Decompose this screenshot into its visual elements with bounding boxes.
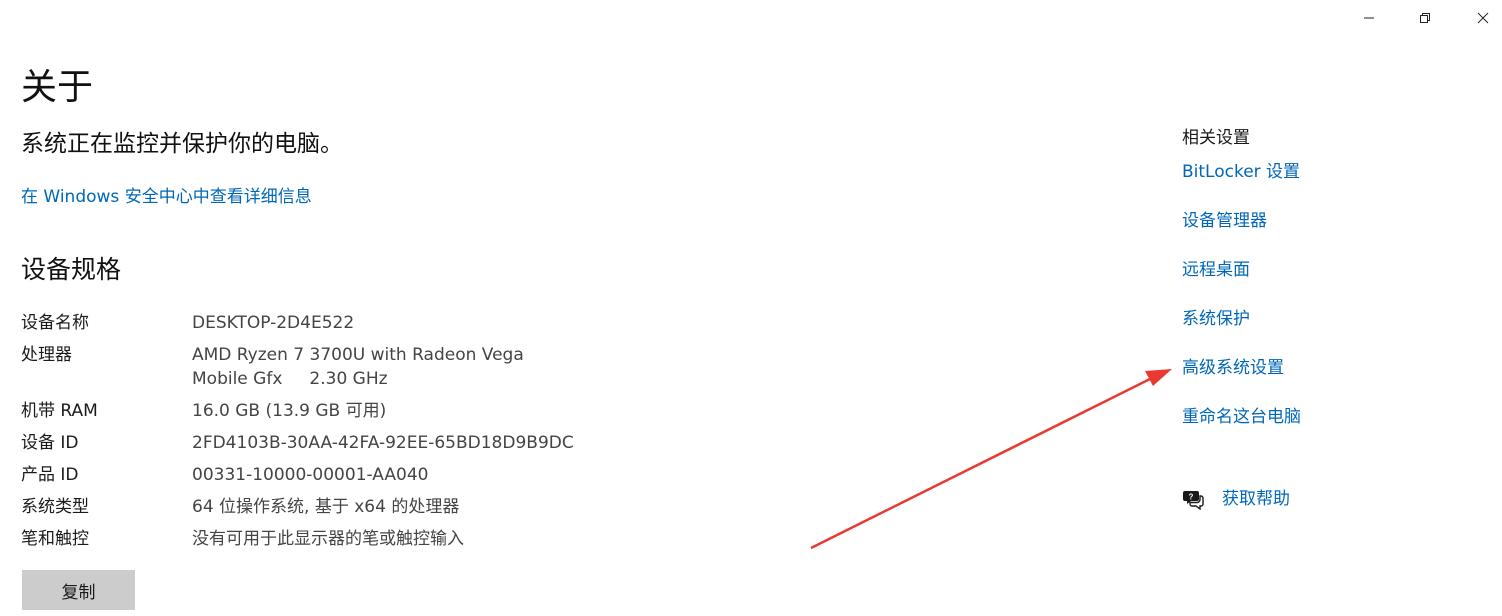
system-protection-link[interactable]: 系统保护: [1182, 306, 1250, 332]
spec-value: 64 位操作系统, 基于 x64 的处理器: [192, 497, 460, 517]
protection-status: 系统正在监控并保护你的电脑。: [21, 131, 343, 157]
rename-pc-link[interactable]: 重命名这台电脑: [1182, 404, 1301, 430]
spec-label: 处理器: [21, 345, 72, 365]
minimize-button[interactable]: [1346, 0, 1392, 36]
close-icon: [1477, 12, 1489, 24]
related-settings-title: 相关设置: [1182, 128, 1250, 148]
chat-help-icon: ?: [1183, 491, 1204, 510]
spec-label: 产品 ID: [21, 465, 79, 485]
annotation-arrow: [810, 369, 1172, 550]
spec-value: AMD Ryzen 7 3700U with Radeon Vega Mobil…: [192, 345, 530, 389]
spec-value: DESKTOP-2D4E522: [192, 313, 355, 333]
spec-value: 没有可用于此显示器的笔或触控输入: [192, 529, 464, 549]
restore-icon: [1420, 13, 1430, 23]
svg-text:?: ?: [1189, 493, 1194, 502]
restore-button[interactable]: [1402, 0, 1448, 36]
advanced-system-settings-link[interactable]: 高级系统设置: [1182, 355, 1284, 381]
spec-label: 笔和触控: [21, 529, 89, 549]
copy-button[interactable]: 复制: [22, 570, 135, 610]
bitlocker-settings-link[interactable]: BitLocker 设置: [1182, 159, 1300, 185]
spec-label: 设备 ID: [21, 433, 79, 453]
page-title: 关于: [21, 67, 94, 108]
spec-label: 机带 RAM: [21, 401, 98, 421]
security-center-link[interactable]: 在 Windows 安全中心中查看详细信息: [21, 184, 312, 210]
spec-value: 00331-10000-00001-AA040: [192, 465, 429, 485]
device-specs-title: 设备规格: [21, 255, 122, 284]
remote-desktop-link[interactable]: 远程桌面: [1182, 257, 1250, 283]
close-button[interactable]: [1460, 0, 1502, 36]
spec-label: 设备名称: [21, 313, 89, 333]
get-help-link[interactable]: ? 获取帮助: [1182, 486, 1290, 512]
minimize-icon: [1364, 17, 1374, 19]
spec-value: 2FD4103B-30AA-42FA-92EE-65BD18D9B9DC: [192, 433, 574, 453]
device-manager-link[interactable]: 设备管理器: [1182, 208, 1267, 234]
spec-value: 16.0 GB (13.9 GB 可用): [192, 401, 387, 421]
spec-label: 系统类型: [21, 497, 89, 517]
get-help-label: 获取帮助: [1222, 489, 1290, 509]
